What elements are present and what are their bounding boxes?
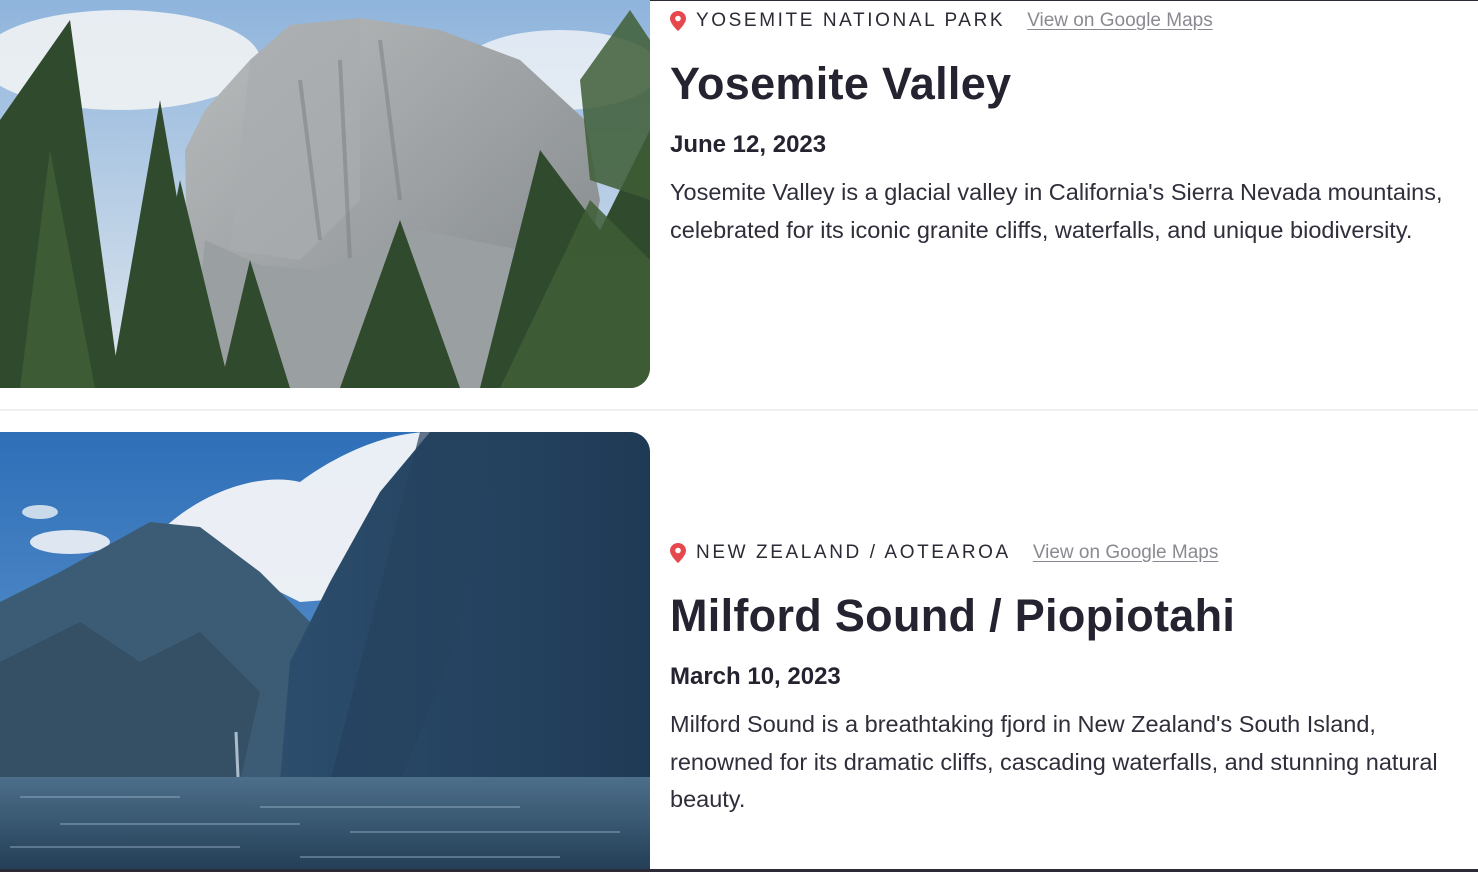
yosemite-photo [0,0,650,388]
entry-title: Milford Sound / Piopiotahi [670,590,1236,641]
entry-text: NEW ZEALAND / AOTEAROA View on Google Ma… [670,540,1470,819]
entry-description: Yosemite Valley is a glacial valley in C… [670,179,1443,243]
entry-title: Yosemite Valley [670,58,1012,109]
entry-description: Milford Sound is a breathtaking fjord in… [670,711,1438,812]
milford-sound-photo [0,432,650,869]
location-label: NEW ZEALAND / AOTEAROA [696,542,1011,563]
travel-entry-milford-sound: NEW ZEALAND / AOTEAROA View on Google Ma… [0,432,1478,869]
travel-entry-yosemite: YOSEMITE NATIONAL PARK View on Google Ma… [0,0,1478,409]
location-row: YOSEMITE NATIONAL PARK View on Google Ma… [670,8,1470,34]
entry-photo [0,432,650,869]
location-row: NEW ZEALAND / AOTEAROA View on Google Ma… [670,540,1470,566]
location-label: YOSEMITE NATIONAL PARK [696,10,1006,31]
map-pin-icon [670,543,686,563]
entry-photo [0,0,650,388]
entry-text: YOSEMITE NATIONAL PARK View on Google Ma… [670,8,1470,249]
entry-date: June 12, 2023 [670,131,827,158]
entry-divider [0,409,1478,411]
entry-date: March 10, 2023 [670,663,841,690]
google-maps-link[interactable]: View on Google Maps [1033,542,1219,564]
map-pin-icon [670,11,686,31]
google-maps-link[interactable]: View on Google Maps [1027,10,1213,32]
